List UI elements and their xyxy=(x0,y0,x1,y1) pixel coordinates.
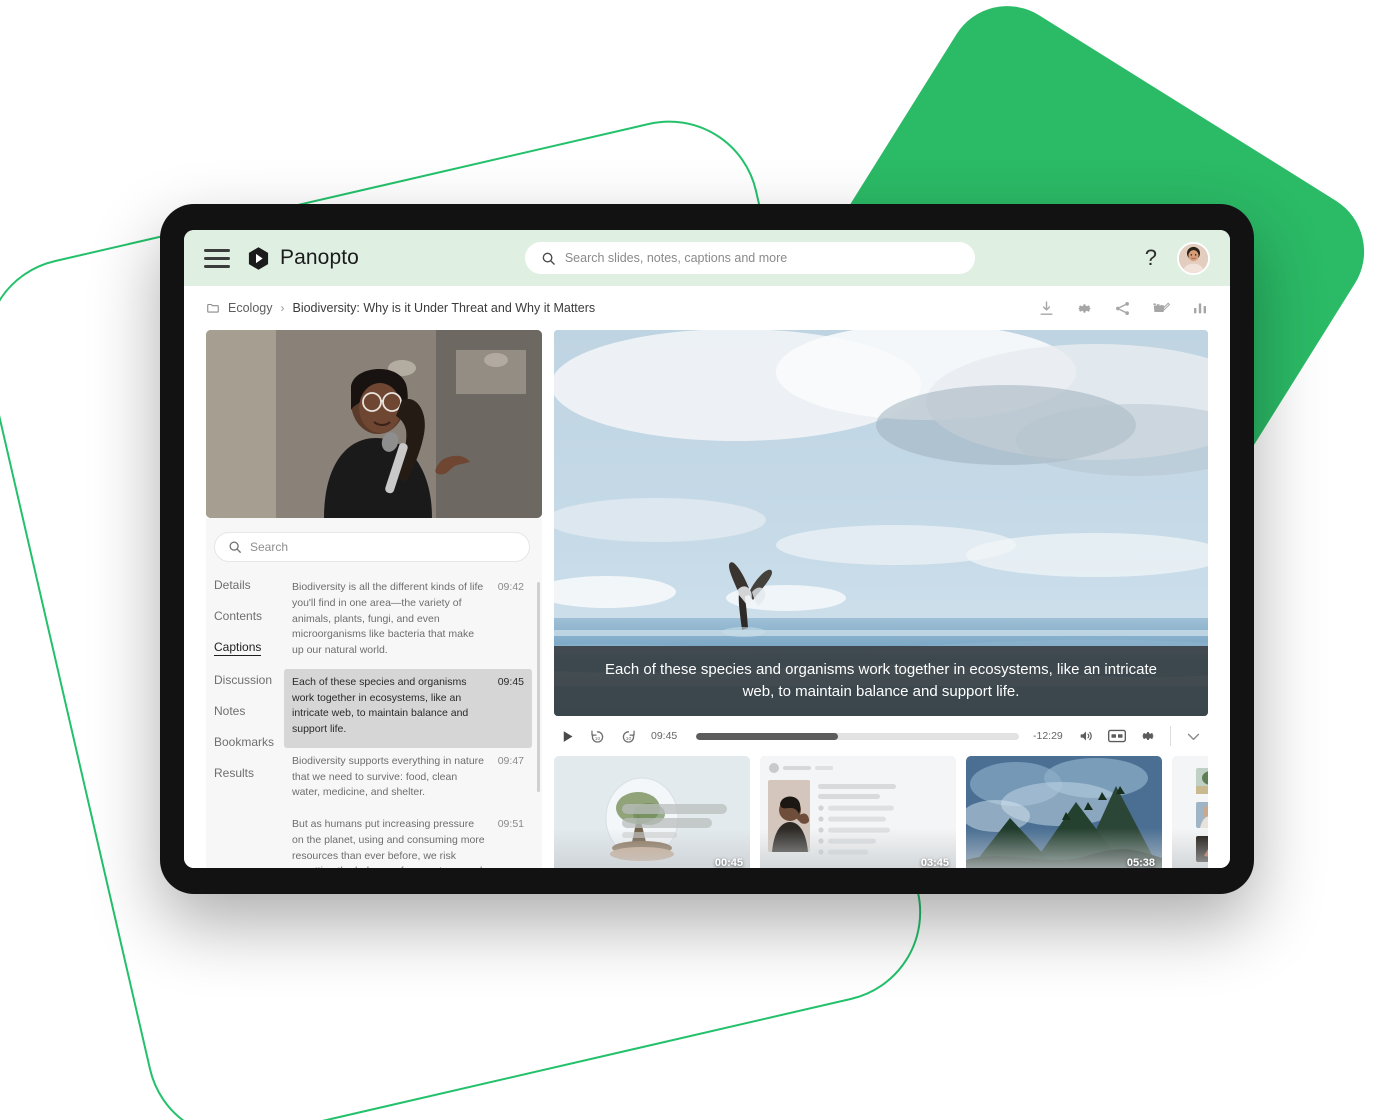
sidebar-search-input[interactable] xyxy=(250,540,516,554)
stats-icon[interactable] xyxy=(1192,300,1208,316)
global-search-input[interactable] xyxy=(564,251,959,265)
sidebar-tabs: Details Contents Captions Discussion Not… xyxy=(206,574,284,868)
main-content: Details Contents Captions Discussion Not… xyxy=(184,330,1230,868)
sidebar-item-captions[interactable]: Captions xyxy=(214,640,262,656)
avatar-image xyxy=(1179,243,1208,273)
action-toolbar xyxy=(1038,300,1208,317)
progress-bar[interactable] xyxy=(696,732,1019,740)
settings-gear-icon xyxy=(1142,732,1154,740)
promo-composition: Panopto ? xyxy=(0,0,1400,1120)
tablet-device-frame: Panopto ? xyxy=(160,204,1254,894)
closed-captions-button[interactable] xyxy=(1108,729,1126,743)
sidebar-item-details[interactable]: Details xyxy=(214,578,284,592)
brand[interactable]: Panopto xyxy=(246,246,359,271)
play-icon xyxy=(563,730,573,742)
presenter-video-thumbnail[interactable] xyxy=(206,330,542,518)
volume-icon xyxy=(1080,731,1092,741)
caption-time: 09:47 xyxy=(497,754,524,767)
progress-fill xyxy=(696,732,839,740)
player-settings-button[interactable] xyxy=(1140,728,1156,744)
rewind-10-button[interactable]: 10 xyxy=(589,728,606,745)
breadcrumb-separator: › xyxy=(280,301,285,315)
caption-time: 09:42 xyxy=(497,581,524,593)
help-icon[interactable]: ? xyxy=(1141,247,1161,269)
forward-10-icon: 10 xyxy=(622,729,635,743)
divider xyxy=(1170,726,1171,746)
sidebar-panel: Details Contents Captions Discussion Not… xyxy=(206,518,542,868)
breadcrumb-folder[interactable]: Ecology xyxy=(228,301,272,315)
panopto-logo-icon xyxy=(248,246,269,270)
thumbnail-fade xyxy=(1172,828,1208,868)
gear-icon[interactable] xyxy=(1076,300,1093,317)
list-item[interactable]: But as humans put increasing pressure on… xyxy=(284,811,532,868)
thumbnail-time: 03:45 xyxy=(920,857,949,868)
sidebar-item-notes[interactable]: Notes xyxy=(214,704,284,718)
global-search-container xyxy=(375,242,1125,274)
slide-filmstrip: 00:45 03:45 05:38 xyxy=(554,756,1208,868)
svg-text:10: 10 xyxy=(595,735,601,741)
edit-video-icon[interactable] xyxy=(1152,300,1171,317)
hamburger-menu-icon[interactable] xyxy=(204,248,230,268)
download-icon[interactable] xyxy=(1038,300,1055,317)
sidebar-item-bookmarks[interactable]: Bookmarks xyxy=(214,735,284,749)
video-player[interactable]: Each of these species and organisms work… xyxy=(554,330,1208,716)
global-search-box[interactable] xyxy=(524,242,975,274)
folder-icon xyxy=(207,303,219,313)
list-item[interactable]: Biodiversity supports everything in natu… xyxy=(284,748,532,811)
volume-button[interactable] xyxy=(1078,728,1094,744)
player-controls: 10 10 09:45 -12:29 xyxy=(554,716,1208,756)
remaining-time: -12:29 xyxy=(1033,730,1063,742)
sidebar-body: Details Contents Captions Discussion Not… xyxy=(206,574,542,868)
caption-time: 09:45 xyxy=(497,675,524,688)
thumbnail-item[interactable] xyxy=(1172,756,1208,868)
closed-captions-icon xyxy=(1108,729,1126,743)
video-caption-overlay: Each of these species and organisms work… xyxy=(554,646,1208,716)
play-button[interactable] xyxy=(560,729,575,744)
chevron-down-icon xyxy=(1187,733,1200,740)
share-icon[interactable] xyxy=(1114,300,1131,317)
breadcrumb-bar: Ecology › Biodiversity: Why is it Under … xyxy=(184,286,1230,330)
caption-time: 09:51 xyxy=(497,818,524,830)
left-panel: Details Contents Captions Discussion Not… xyxy=(206,330,542,868)
thumbnail-time: 05:38 xyxy=(1126,857,1155,868)
current-time: 09:45 xyxy=(651,730,678,742)
presenter-image xyxy=(206,330,542,518)
search-icon xyxy=(542,252,555,265)
thumbnail-item[interactable]: 05:38 xyxy=(966,756,1162,868)
page-title: Biodiversity: Why is it Under Threat and… xyxy=(292,301,596,315)
avatar[interactable] xyxy=(1177,241,1210,275)
thumbnail-time: 00:45 xyxy=(714,857,743,868)
brand-name: Panopto xyxy=(280,246,359,269)
sidebar-item-contents[interactable]: Contents xyxy=(214,609,284,623)
caption-text: Each of these species and organisms work… xyxy=(292,675,469,735)
captions-list[interactable]: Biodiversity is all the different kinds … xyxy=(284,574,542,868)
app-screen: Panopto ? xyxy=(184,230,1230,868)
svg-text:10: 10 xyxy=(626,735,632,741)
caption-text: Biodiversity is all the different kinds … xyxy=(292,581,484,656)
sidebar-search-box[interactable] xyxy=(214,532,530,562)
collapse-button[interactable] xyxy=(1185,728,1202,745)
caption-text: But as humans put increasing pressure on… xyxy=(292,818,485,868)
caption-text: Biodiversity supports everything in natu… xyxy=(292,754,485,799)
list-item[interactable]: Biodiversity is all the different kinds … xyxy=(284,574,532,669)
list-item[interactable]: Each of these species and organisms work… xyxy=(284,668,532,748)
sidebar-item-results[interactable]: Results xyxy=(214,766,284,780)
captions-scrollbar[interactable] xyxy=(537,582,540,792)
rewind-10-icon: 10 xyxy=(591,729,604,743)
search-icon xyxy=(229,541,241,553)
app-header: Panopto ? xyxy=(184,230,1230,286)
thumbnail-item[interactable]: 00:45 xyxy=(554,756,750,868)
thumbnail-item[interactable]: 03:45 xyxy=(760,756,956,868)
right-panel: Each of these species and organisms work… xyxy=(554,330,1208,868)
sidebar-item-discussion[interactable]: Discussion xyxy=(214,673,284,687)
forward-10-button[interactable]: 10 xyxy=(620,728,637,745)
